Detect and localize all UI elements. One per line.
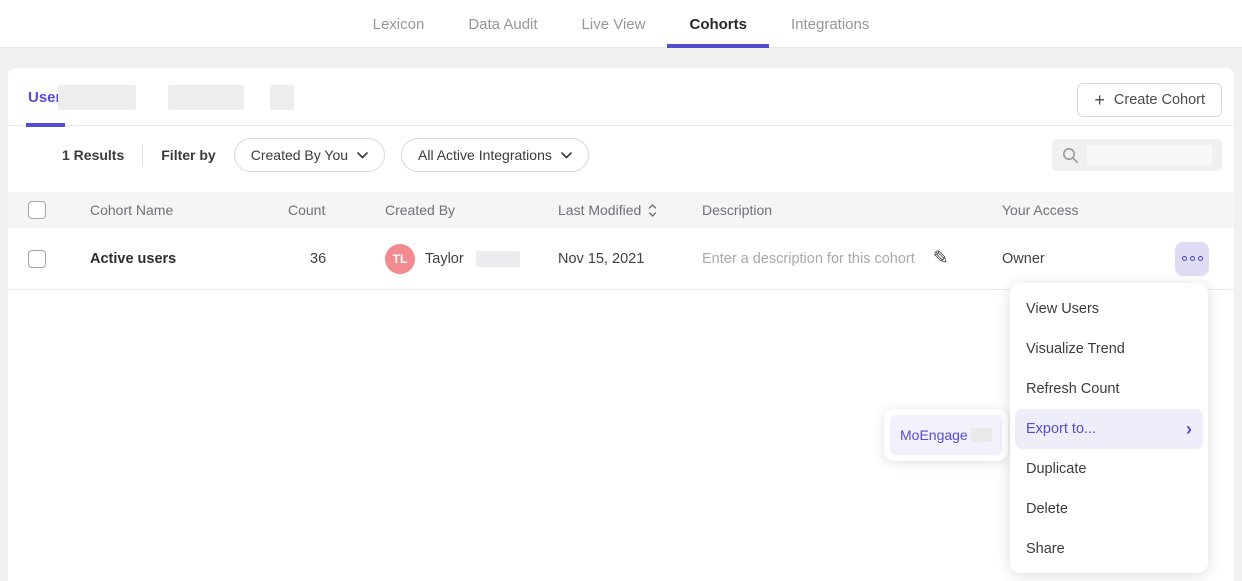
nav-tab-label: Live View: [582, 16, 646, 33]
avatar: TL: [385, 244, 415, 274]
header-last-modified[interactable]: Last Modified: [558, 202, 702, 218]
header-created-by: Created By: [385, 202, 558, 218]
menu-item-label: Export to...: [1026, 421, 1096, 437]
export-submenu: MoEngage: [884, 409, 1008, 461]
top-nav: Lexicon Data Audit Live View Cohorts Int…: [0, 0, 1242, 48]
tab-redacted-3[interactable]: [270, 85, 294, 110]
search-icon: [1062, 147, 1079, 164]
create-cohort-label: Create Cohort: [1114, 92, 1205, 108]
chevron-right-icon: ›: [1186, 420, 1192, 438]
table-row: Active users 36 TL Taylor Nov 15, 2021 E…: [8, 228, 1234, 290]
header-count: Count: [288, 202, 385, 218]
integrations-dropdown[interactable]: All Active Integrations: [401, 138, 589, 172]
table-header: Cohort Name Count Created By Last Modifi…: [8, 192, 1234, 228]
created-by-dropdown-value: Created By You: [251, 147, 348, 163]
search-input[interactable]: [1052, 139, 1222, 171]
nav-tab-label: Lexicon: [373, 16, 425, 33]
menu-item-share[interactable]: Share: [1010, 529, 1208, 569]
menu-item-label: Delete: [1026, 501, 1068, 517]
nav-tab-label: Cohorts: [689, 16, 747, 33]
chevron-down-icon: [357, 152, 368, 159]
row-actions-menu-button[interactable]: [1175, 242, 1209, 276]
last-modified-value: Nov 15, 2021: [558, 251, 702, 267]
created-by-cell: TL Taylor: [385, 244, 558, 274]
menu-item-delete[interactable]: Delete: [1010, 489, 1208, 529]
menu-item-view-users[interactable]: View Users: [1010, 289, 1208, 329]
tab-user[interactable]: User: [28, 68, 61, 126]
dot-icon: [1182, 256, 1187, 261]
creator-name-redacted: [476, 251, 520, 267]
row-checkbox[interactable]: [28, 250, 46, 268]
menu-item-label: View Users: [1026, 301, 1099, 317]
dot-icon: [1190, 256, 1195, 261]
dot-icon: [1198, 256, 1203, 261]
tab-redacted-1[interactable]: [58, 85, 136, 110]
menu-item-refresh-count[interactable]: Refresh Count: [1010, 369, 1208, 409]
nav-tab-live-view[interactable]: Live View: [560, 0, 668, 48]
divider: [142, 144, 143, 166]
created-by-dropdown[interactable]: Created By You: [234, 138, 385, 172]
nav-tab-lexicon[interactable]: Lexicon: [351, 0, 447, 48]
nav-tab-label: Integrations: [791, 16, 869, 33]
results-count: 1 Results: [62, 147, 124, 163]
nav-tab-cohorts[interactable]: Cohorts: [667, 0, 769, 48]
access-value: Owner: [1002, 251, 1142, 267]
menu-item-visualize-trend[interactable]: Visualize Trend: [1010, 329, 1208, 369]
menu-item-label: Refresh Count: [1026, 381, 1120, 397]
submenu-redacted-text: [971, 428, 992, 442]
search-redacted-text: [1087, 145, 1212, 165]
nav-tab-data-audit[interactable]: Data Audit: [446, 0, 559, 48]
row-context-menu: View Users Visualize Trend Refresh Count…: [1010, 283, 1208, 573]
creator-name: Taylor: [425, 251, 464, 267]
menu-item-export-to[interactable]: Export to... ›: [1015, 409, 1203, 449]
description-placeholder[interactable]: Enter a description for this cohort: [702, 251, 915, 267]
nav-tab-label: Data Audit: [468, 16, 537, 33]
menu-item-label: Visualize Trend: [1026, 341, 1125, 357]
description-cell: Enter a description for this cohort ✎: [702, 247, 1002, 270]
edit-pencil-icon[interactable]: ✎: [933, 247, 949, 270]
submenu-item-moengage[interactable]: MoEngage: [890, 415, 1002, 455]
tab-redacted-2[interactable]: [168, 85, 244, 110]
plus-icon: +: [1094, 91, 1105, 109]
select-all-checkbox[interactable]: [28, 201, 46, 219]
nav-tab-integrations[interactable]: Integrations: [769, 0, 891, 48]
header-your-access: Your Access: [1002, 202, 1142, 218]
sort-icon: [648, 204, 657, 217]
cohort-name-link[interactable]: Active users: [90, 251, 288, 267]
submenu-item-label: MoEngage: [900, 427, 968, 443]
header-description: Description: [702, 202, 1002, 218]
create-cohort-button[interactable]: + Create Cohort: [1077, 83, 1222, 117]
chevron-down-icon: [561, 152, 572, 159]
tab-user-label: User: [28, 89, 61, 106]
cohort-count: 36: [288, 251, 385, 267]
header-cohort-name: Cohort Name: [90, 202, 288, 218]
menu-item-label: Duplicate: [1026, 461, 1086, 477]
cohort-type-tabs: User + Create Cohort: [8, 68, 1234, 126]
filter-by-label: Filter by: [161, 147, 215, 163]
menu-item-duplicate[interactable]: Duplicate: [1010, 449, 1208, 489]
filter-bar: 1 Results Filter by Created By You All A…: [8, 126, 1234, 184]
header-last-modified-label: Last Modified: [558, 202, 641, 218]
integrations-dropdown-value: All Active Integrations: [418, 147, 552, 163]
menu-item-label: Share: [1026, 541, 1065, 557]
